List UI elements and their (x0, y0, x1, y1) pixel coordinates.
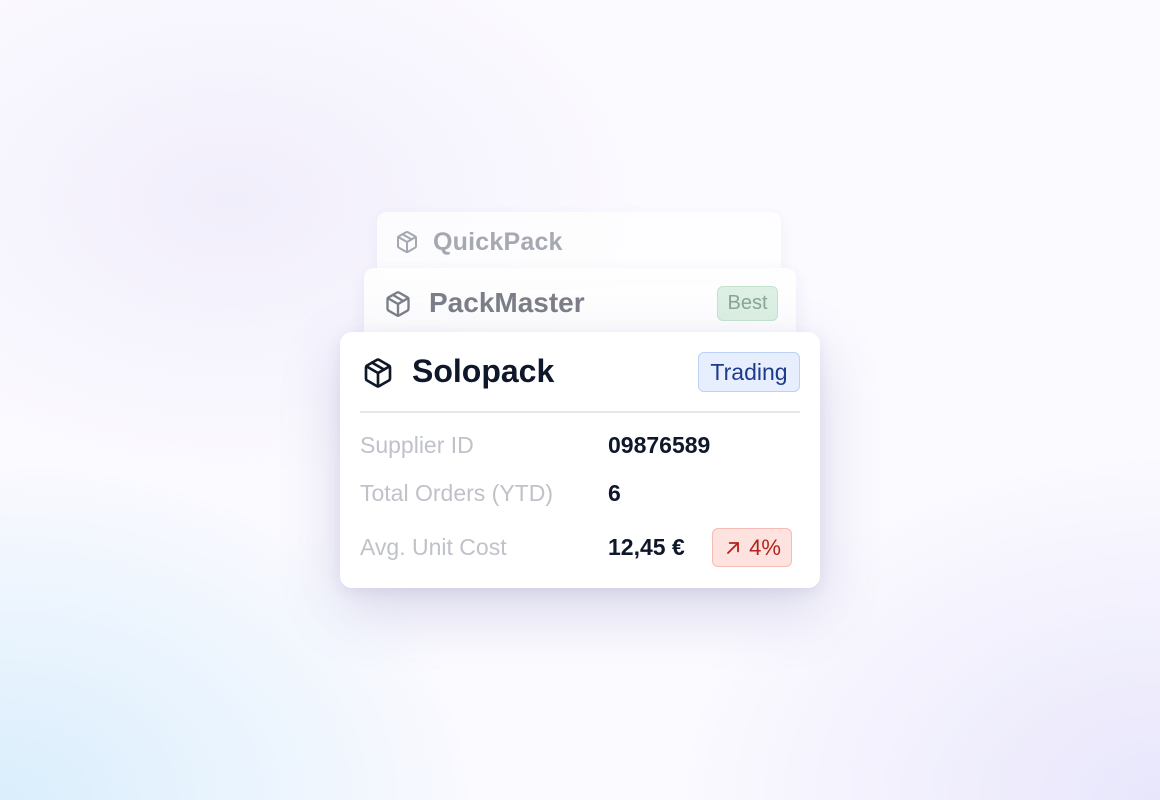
supplier-card-solopack[interactable]: Solopack Trading Supplier ID 09876589 To… (340, 332, 820, 588)
supplier-id-value: 09876589 (608, 432, 711, 458)
supplier-name: Solopack (412, 353, 555, 389)
supplier-id-label: Supplier ID (360, 432, 474, 458)
trend-value: 4% (749, 534, 781, 560)
total-orders-value: 6 (608, 480, 621, 506)
avg-unit-cost-value: 12,45 € (608, 534, 685, 560)
package-icon (364, 358, 392, 388)
total-orders-label: Total Orders (YTD) (360, 480, 553, 506)
trading-badge: Trading (698, 352, 800, 392)
trend-badge: 4% (712, 528, 792, 567)
supplier-name: PackMaster (429, 287, 585, 318)
arrow-up-right-icon (727, 541, 740, 554)
supplier-name: QuickPack (433, 228, 563, 256)
divider (360, 411, 800, 413)
package-icon (386, 291, 410, 317)
best-badge: Best (717, 286, 778, 321)
avg-unit-cost-label: Avg. Unit Cost (360, 534, 507, 560)
package-icon (397, 231, 417, 254)
